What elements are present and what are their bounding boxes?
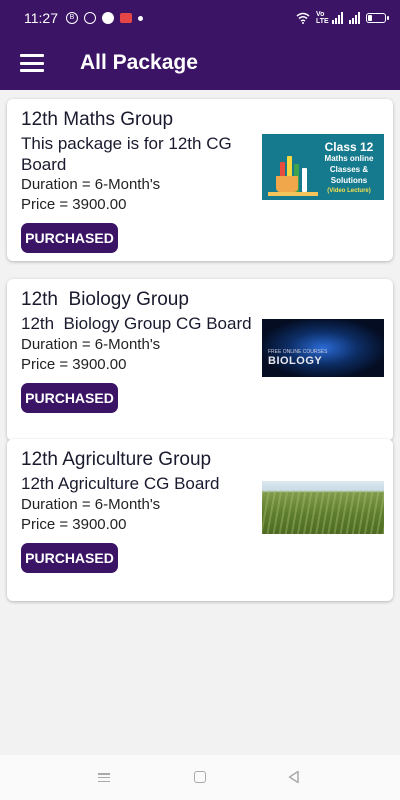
status-bar: 11:27 B Vo LTE: [0, 0, 400, 36]
back-icon[interactable]: [287, 770, 301, 784]
notification-icons: B: [66, 12, 143, 24]
system-nav-bar: [0, 755, 400, 800]
package-duration: Duration = 6-Month's: [21, 336, 161, 353]
package-thumbnail: FREE ONLINE COURSES BIOLOGY: [262, 319, 384, 377]
wifi-icon: [296, 12, 310, 24]
volte-label: Vo LTE: [316, 11, 329, 25]
thumb-label: BIOLOGY: [268, 355, 323, 367]
recent-apps-icon[interactable]: [98, 773, 110, 782]
thumb-line2: Maths online: [324, 154, 374, 163]
purchased-button[interactable]: PURCHASED: [21, 223, 118, 253]
package-description: 12th Biology Group CG Board: [21, 314, 252, 333]
app-badge-icon: [120, 13, 132, 23]
package-name: 12th Biology Group: [21, 289, 189, 310]
package-price: Price = 3900.00: [21, 356, 127, 373]
package-thumbnail: Class 12 Maths online Classes & Solution…: [262, 134, 384, 200]
b-circle-icon: B: [66, 12, 78, 24]
status-right-icons: Vo LTE: [296, 11, 389, 25]
package-thumbnail: [262, 481, 384, 534]
package-card[interactable]: 12th Maths Group This package is for 12t…: [7, 99, 393, 261]
hamburger-menu-icon[interactable]: [20, 54, 44, 72]
package-price: Price = 3900.00: [21, 516, 127, 533]
thumb-line5: (Video Lecture): [327, 188, 371, 194]
purchased-button[interactable]: PURCHASED: [21, 543, 118, 573]
package-description: This package is for 12th CG Board: [21, 134, 232, 174]
package-card[interactable]: 12th Agriculture Group 12th Agriculture …: [7, 439, 393, 601]
package-duration: Duration = 6-Month's: [21, 496, 161, 513]
package-price: Price = 3900.00: [21, 196, 127, 213]
package-description: 12th Agriculture CG Board: [21, 474, 220, 493]
app-bar: All Package: [0, 36, 400, 90]
whatsapp-icon: [84, 12, 96, 24]
package-name: 12th Agriculture Group: [21, 449, 212, 470]
signal-icon: [332, 12, 343, 24]
status-time: 11:27: [24, 10, 58, 26]
message-icon: [102, 12, 114, 24]
package-card[interactable]: 12th Biology Group 12th Biology Group CG…: [7, 279, 393, 441]
purchased-button[interactable]: PURCHASED: [21, 383, 118, 413]
dot-icon: [138, 15, 143, 21]
battery-icon: [366, 13, 389, 23]
package-name: 12th Maths Group: [21, 109, 174, 130]
thumb-line4: Solutions: [330, 176, 368, 185]
page-title: All Package: [80, 51, 198, 74]
home-icon[interactable]: [194, 771, 206, 783]
thumb-line1: Class 12: [324, 140, 374, 154]
thumb-line3: Classes &: [329, 165, 369, 174]
package-duration: Duration = 6-Month's: [21, 176, 161, 193]
signal-icon: [349, 12, 360, 24]
